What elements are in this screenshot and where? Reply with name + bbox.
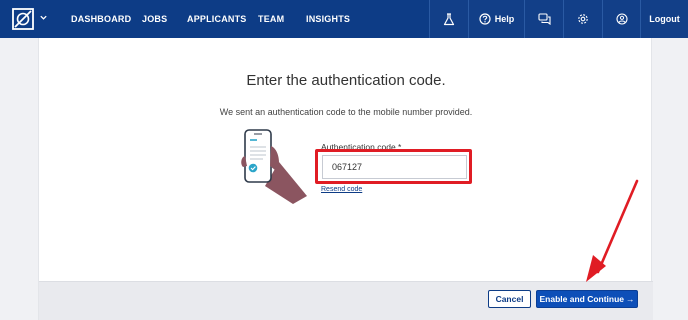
- logout-label: Logout: [649, 14, 680, 24]
- flask-icon: [443, 12, 455, 25]
- enable-button-label: Enable and Continue: [539, 294, 625, 304]
- logo-icon[interactable]: [12, 8, 34, 30]
- messages-button[interactable]: [524, 0, 563, 38]
- top-navigation-bar: DASHBOARD JOBS APPLICANTS TEAM INSIGHTS …: [0, 0, 688, 38]
- logout-button[interactable]: Logout: [640, 0, 688, 38]
- authentication-card: Enter the authentication code. We sent a…: [38, 38, 653, 320]
- nav-dashboard[interactable]: DASHBOARD: [71, 14, 131, 24]
- page-title: Enter the authentication code.: [246, 72, 446, 89]
- nav-jobs[interactable]: JOBS: [142, 14, 167, 24]
- enable-and-continue-button[interactable]: Enable and Continue →: [536, 290, 638, 308]
- nav-insights[interactable]: INSIGHTS: [306, 14, 350, 24]
- chat-icon: [537, 13, 551, 25]
- help-icon: [479, 13, 491, 25]
- page-description: We sent an authentication code to the mo…: [219, 107, 473, 117]
- labs-button[interactable]: [429, 0, 468, 38]
- help-label: Help: [494, 14, 515, 24]
- arrow-right-icon: →: [626, 294, 635, 304]
- card-footer: Cancel Enable and Continue →: [39, 281, 653, 320]
- nav-team[interactable]: TEAM: [258, 14, 284, 24]
- phone-check-icon: [241, 129, 307, 204]
- settings-button[interactable]: [563, 0, 602, 38]
- gear-icon: [578, 14, 588, 24]
- chevron-down-icon[interactable]: [39, 13, 48, 22]
- resend-code-link[interactable]: Resend code: [321, 186, 362, 193]
- user-icon: [615, 13, 628, 25]
- profile-button[interactable]: [602, 0, 640, 38]
- auth-code-input[interactable]: [322, 155, 467, 179]
- help-button[interactable]: Help: [468, 0, 524, 38]
- nav-applicants[interactable]: APPLICANTS: [187, 14, 247, 24]
- cancel-button[interactable]: Cancel: [488, 290, 531, 308]
